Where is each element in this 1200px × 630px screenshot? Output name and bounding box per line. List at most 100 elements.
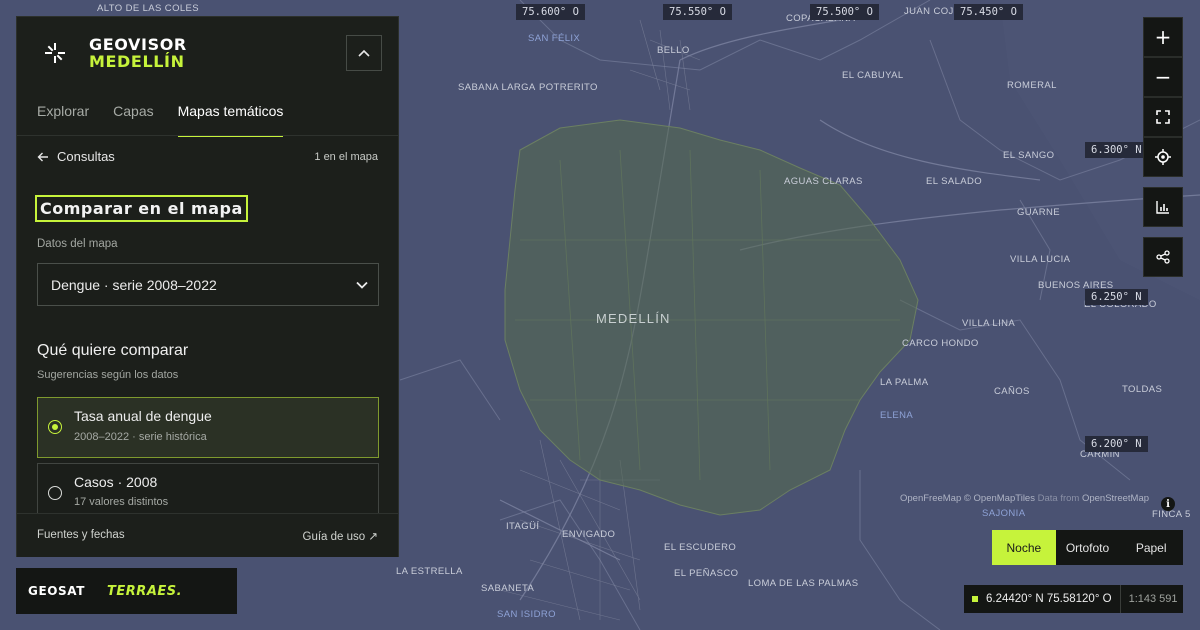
place-label: SABANA LARGA — [458, 82, 536, 93]
charts-button[interactable] — [1143, 187, 1183, 227]
minus-icon: − — [1154, 65, 1172, 89]
place-label: EL SANGO — [1003, 150, 1055, 161]
basemap-papel[interactable]: Papel — [1119, 530, 1183, 565]
place-label: GUARNE — [1017, 207, 1061, 218]
sources-link[interactable]: Fuentes y fechas — [37, 529, 125, 541]
tab-capas[interactable]: Capas — [113, 103, 153, 137]
fullscreen-icon — [1156, 110, 1170, 124]
place-label: EL CABUYAL — [842, 70, 904, 81]
fullscreen-button[interactable] — [1143, 97, 1183, 137]
longitude-label: 75.550° O — [663, 4, 732, 20]
tab-explorar[interactable]: Explorar — [37, 103, 89, 137]
longitude-label: 75.450° O — [954, 4, 1023, 20]
on-map-count: 1 en el mapa — [314, 151, 378, 163]
plus-icon: + — [1154, 25, 1172, 49]
dataset-label: Datos del mapa — [37, 238, 118, 250]
compare-heading: Qué quiere comparar — [37, 342, 189, 359]
longitude-label: 75.600° O — [516, 4, 585, 20]
place-label: VILLA LUCIA — [1010, 254, 1071, 265]
place-label: AGUAS CLARAS — [784, 176, 863, 187]
bar-chart-icon — [1156, 201, 1169, 214]
zoom-in-button[interactable]: + — [1143, 17, 1183, 57]
partner-logos: GEOSAT TERRAES. — [16, 568, 237, 614]
share-button[interactable] — [1143, 237, 1183, 277]
option-title: Tasa anual de dengue — [74, 408, 212, 424]
attribution-osm[interactable]: OpenStreetMap — [1082, 493, 1149, 504]
place-label: LA ESTRELLA — [396, 566, 463, 577]
coordinate-readout: 6.24420° N 75.58120° O 1:143 591 — [964, 585, 1183, 613]
sparkle-logo-icon — [37, 35, 73, 71]
place-label: ROMERAL — [1007, 80, 1057, 91]
guide-link[interactable]: Guía de uso ↗ — [303, 529, 379, 543]
attribution-openfreemap[interactable]: OpenFreeMap © OpenMapTiles — [900, 493, 1035, 504]
place-label: LOMA DE LAS PALMAS — [748, 578, 859, 589]
place-label: ELENA — [880, 410, 914, 421]
tabs-divider — [17, 135, 398, 136]
panel-tabs: Explorar Capas Mapas temáticos — [37, 103, 284, 137]
tab-mapas-tematicos[interactable]: Mapas temáticos — [177, 103, 284, 137]
arrow-left-icon — [37, 152, 48, 161]
place-label: CAÑOS — [994, 386, 1030, 397]
option-tasa-anual[interactable]: Tasa anual de dengue 2008–2022 · serie h… — [37, 397, 379, 458]
dataset-select[interactable]: Dengue · serie 2008–2022 — [37, 263, 379, 306]
info-icon[interactable]: i — [1161, 497, 1175, 511]
chevron-up-icon — [358, 49, 370, 57]
latitude-label: 6.300° N — [1085, 142, 1148, 158]
share-icon — [1156, 250, 1170, 264]
side-panel: GEOVISOR MEDELLÍN Explorar Capas Mapas t… — [16, 16, 399, 557]
section-title: Comparar en el mapa — [35, 195, 248, 222]
place-label: LA PALMA — [880, 377, 929, 388]
place-label: CARCO HONDO — [902, 338, 979, 349]
place-label: SABANETA — [481, 583, 535, 594]
collapse-panel-button[interactable] — [346, 35, 382, 71]
cursor-coordinates: 6.24420° N 75.58120° O — [986, 593, 1112, 605]
chevron-down-icon — [356, 281, 368, 289]
place-label: SAN ISIDRO — [497, 609, 556, 620]
brand-wordmark: GEOVISOR MEDELLÍN — [89, 36, 187, 70]
longitude-label: 75.500° O — [810, 4, 879, 20]
locate-button[interactable] — [1143, 137, 1183, 177]
brand: GEOVISOR MEDELLÍN — [37, 35, 187, 71]
place-label: BELLO — [657, 45, 690, 56]
geosat-logo: GEOSAT — [28, 584, 86, 598]
zoom-out-button[interactable]: − — [1143, 57, 1183, 97]
terraes-logo: TERRAES. — [107, 583, 183, 599]
radio-selected[interactable] — [48, 420, 62, 434]
basemap-ortofoto[interactable]: Ortofoto — [1056, 530, 1120, 565]
place-label: JUAN COJO — [904, 6, 962, 17]
place-label: ENVIGADO — [562, 529, 616, 540]
option-title: Casos · 2008 — [74, 474, 158, 490]
place-label: FINCA 5 — [1152, 509, 1191, 520]
place-label: ALTO DE LAS COLES — [97, 3, 200, 14]
place-label: EL ESCUDERO — [664, 542, 737, 553]
readout-divider — [1119, 585, 1121, 613]
place-label: TOLDAS — [1122, 384, 1163, 395]
panel-footer: Fuentes y fechas Guía de uso ↗ — [17, 513, 398, 557]
place-label: SAJONIA — [982, 508, 1026, 519]
breadcrumb-label: Consultas — [57, 149, 115, 164]
place-label: EL PEÑASCO — [674, 568, 739, 579]
radio-unselected[interactable] — [48, 486, 62, 500]
map-attribution[interactable]: OpenFreeMap © OpenMapTiles Data from Ope… — [900, 493, 1149, 504]
place-label: SAN FÉLIX — [528, 33, 581, 44]
basemap-noche[interactable]: Noche — [992, 530, 1056, 565]
place-label: POTRERITO — [539, 82, 598, 93]
brand-line-1: GEOVISOR — [89, 35, 187, 54]
dataset-select-value: Dengue · serie 2008–2022 — [51, 276, 217, 293]
latitude-label: 6.250° N — [1085, 289, 1148, 305]
option-casos-2008[interactable]: Casos · 2008 17 valores distintos — [37, 463, 379, 517]
compare-subheading: Sugerencias según los datos — [37, 369, 179, 381]
crosshair-icon — [1155, 149, 1171, 165]
place-label: VILLA LINA — [962, 318, 1016, 329]
place-label-city: MEDELLÍN — [596, 311, 671, 326]
place-label: ITAGÜÍ — [506, 521, 540, 532]
attribution-data-from: Data from — [1037, 493, 1080, 504]
map-scale: 1:143 591 — [1128, 593, 1178, 605]
place-label: EL SALADO — [926, 176, 983, 187]
back-to-consultas[interactable]: Consultas — [37, 149, 115, 164]
option-subtitle: 2008–2022 · serie histórica — [74, 431, 207, 443]
option-subtitle: 17 valores distintos — [74, 496, 169, 508]
latitude-label: 6.200° N — [1085, 436, 1148, 452]
basemap-switcher: Noche Ortofoto Papel — [992, 530, 1183, 565]
brand-line-2: MEDELLÍN — [89, 52, 185, 71]
